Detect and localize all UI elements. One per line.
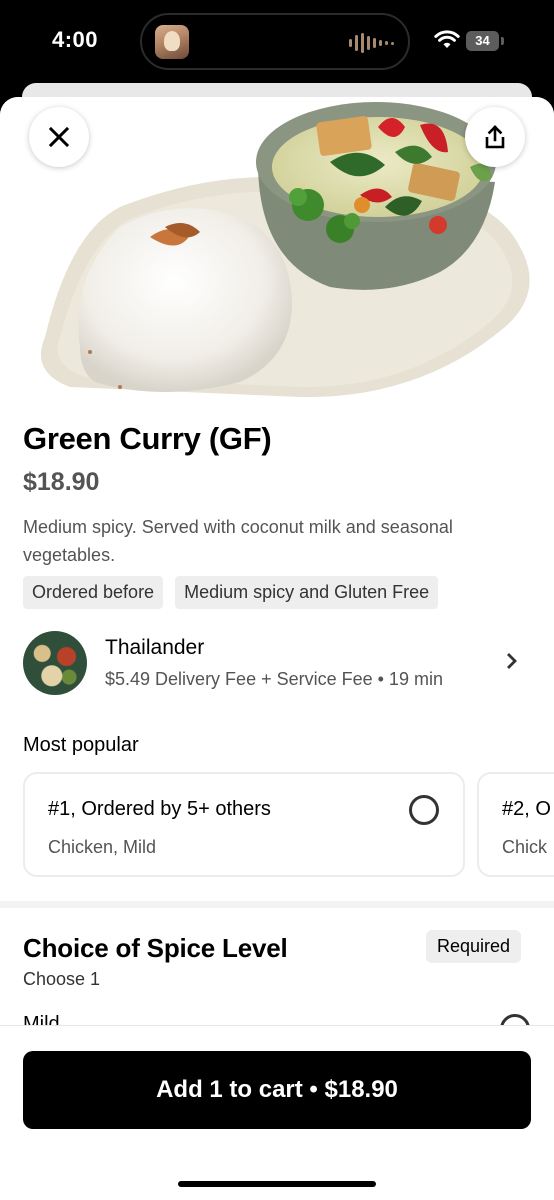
store-name: Thailander (105, 636, 205, 659)
home-indicator[interactable] (178, 1181, 376, 1187)
popular-option-card[interactable]: #2, O Chick (477, 772, 554, 877)
dynamic-island[interactable] (140, 13, 410, 70)
item-description: Medium spicy. Served with coconut milk a… (23, 517, 453, 565)
popular-option-card[interactable]: #1, Ordered by 5+ others Chicken, Mild (23, 772, 465, 877)
item-price: $18.90 (23, 468, 100, 496)
share-icon (485, 125, 505, 149)
popular-option-subtitle: Chick (502, 837, 548, 857)
popular-option-subtitle: Chicken, Mild (48, 837, 157, 857)
popular-option-title: #2, O (502, 798, 551, 820)
spice-level-instruction: Choose 1 (23, 969, 101, 989)
most-popular-heading: Most popular (23, 734, 139, 756)
item-detail-sheet: Green Curry (GF) $18.90 Medium spicy. Se… (0, 97, 554, 1200)
now-playing-artwork (155, 25, 189, 59)
status-bar: 4:00 34 (0, 0, 554, 84)
popular-option-title: #1, Ordered by 5+ others (48, 798, 271, 820)
battery-icon: 34 (466, 31, 504, 51)
status-time: 4:00 (52, 27, 99, 52)
chevron-right-icon (507, 653, 517, 669)
audio-waveform-icon (349, 33, 394, 53)
item-tags: Ordered before Medium spicy and Gluten F… (23, 576, 439, 609)
share-button[interactable] (465, 107, 525, 167)
store-fee-eta: $5.49 Delivery Fee + Service Fee • 19 mi… (105, 669, 443, 689)
store-logo (23, 631, 87, 695)
close-button[interactable] (29, 107, 89, 167)
tag-ordered-before: Ordered before (23, 576, 164, 609)
spice-level-heading: Choice of Spice Level (23, 933, 288, 963)
tag-spice-dietary: Medium spicy and Gluten Free (175, 576, 439, 609)
radio-button[interactable] (409, 795, 439, 825)
close-icon (48, 126, 70, 148)
required-badge: Required (426, 930, 522, 963)
section-divider (0, 901, 554, 908)
add-to-cart-button[interactable]: Add 1 to cart • $18.90 (23, 1051, 531, 1129)
store-row[interactable]: Thailander $5.49 Delivery Fee + Service … (0, 628, 554, 700)
battery-level: 34 (466, 31, 499, 51)
bottom-action-bar: Add 1 to cart • $18.90 (0, 1025, 554, 1200)
item-title: Green Curry (GF) (23, 421, 272, 456)
wifi-icon (434, 30, 460, 48)
